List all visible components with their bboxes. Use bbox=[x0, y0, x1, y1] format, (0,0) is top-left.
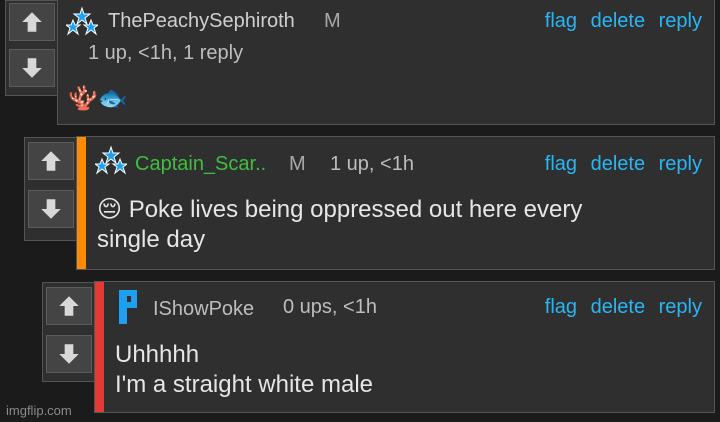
comment-meta: 0 ups, <1h bbox=[283, 296, 377, 318]
user-badge-icon bbox=[95, 145, 127, 177]
comment-meta: 1 up, <1h, 1 reply bbox=[88, 42, 244, 64]
username-link[interactable]: ThePeachySephiroth bbox=[108, 10, 295, 33]
mod-label: M bbox=[289, 153, 306, 175]
vote-panel bbox=[24, 137, 76, 241]
reply-link[interactable]: reply bbox=[659, 10, 702, 32]
comment-body-line1: Uhhhhh bbox=[115, 341, 200, 368]
arrow-down-icon bbox=[59, 344, 79, 364]
comment-actions: flag delete reply bbox=[537, 153, 702, 176]
upvote-button[interactable] bbox=[46, 287, 92, 325]
reply-link[interactable]: reply bbox=[659, 296, 702, 318]
upvote-button[interactable] bbox=[9, 3, 55, 41]
comment-meta: 1 up, <1h bbox=[330, 153, 414, 175]
delete-link[interactable]: delete bbox=[591, 10, 646, 32]
flag-link[interactable]: flag bbox=[545, 153, 577, 175]
comment: Captain_Scar.. M 1 up, <1h flag delete r… bbox=[76, 136, 715, 270]
username-link[interactable]: IShowPoke bbox=[153, 298, 254, 321]
thread-accent-bar bbox=[77, 137, 86, 269]
p-badge-icon bbox=[119, 290, 139, 324]
comment-body: 🪸🐟 bbox=[68, 85, 128, 112]
vote-panel bbox=[5, 0, 57, 96]
flag-link[interactable]: flag bbox=[545, 296, 577, 318]
downvote-button[interactable] bbox=[28, 190, 74, 228]
comment: ThePeachySephiroth M 1 up, <1h, 1 reply … bbox=[57, 0, 715, 125]
arrow-down-icon bbox=[41, 199, 61, 219]
downvote-button[interactable] bbox=[46, 335, 92, 373]
comment-actions: flag delete reply bbox=[537, 10, 702, 33]
delete-link[interactable]: delete bbox=[591, 153, 646, 175]
comment-body: Uhhhhh I'm a straight white male bbox=[115, 340, 373, 400]
user-badge-icon bbox=[66, 6, 98, 38]
vote-panel bbox=[42, 282, 94, 382]
thread-accent-bar bbox=[95, 282, 104, 412]
arrow-up-icon bbox=[41, 151, 61, 171]
downvote-button[interactable] bbox=[9, 49, 55, 87]
delete-link[interactable]: delete bbox=[591, 296, 646, 318]
mod-label: M bbox=[324, 10, 341, 32]
reply-link[interactable]: reply bbox=[659, 153, 702, 175]
flag-link[interactable]: flag bbox=[545, 10, 577, 32]
comment: IShowPoke 0 ups, <1h flag delete reply U… bbox=[94, 281, 715, 413]
pensive-face-emoji: 😔 bbox=[97, 196, 123, 223]
comment-body: 😔 Poke lives being oppressed out here ev… bbox=[97, 195, 582, 255]
comment-body-line1: Poke lives being oppressed out here ever… bbox=[128, 196, 583, 223]
comment-body-line2: single day bbox=[97, 226, 206, 253]
comment-actions: flag delete reply bbox=[537, 296, 702, 319]
watermark: imgflip.com bbox=[6, 403, 72, 418]
arrow-up-icon bbox=[22, 12, 42, 32]
arrow-down-icon bbox=[22, 58, 42, 78]
comment-body-line2: I'm a straight white male bbox=[115, 371, 374, 398]
username-link[interactable]: Captain_Scar.. bbox=[135, 153, 266, 176]
arrow-up-icon bbox=[59, 296, 79, 316]
upvote-button[interactable] bbox=[28, 142, 74, 180]
